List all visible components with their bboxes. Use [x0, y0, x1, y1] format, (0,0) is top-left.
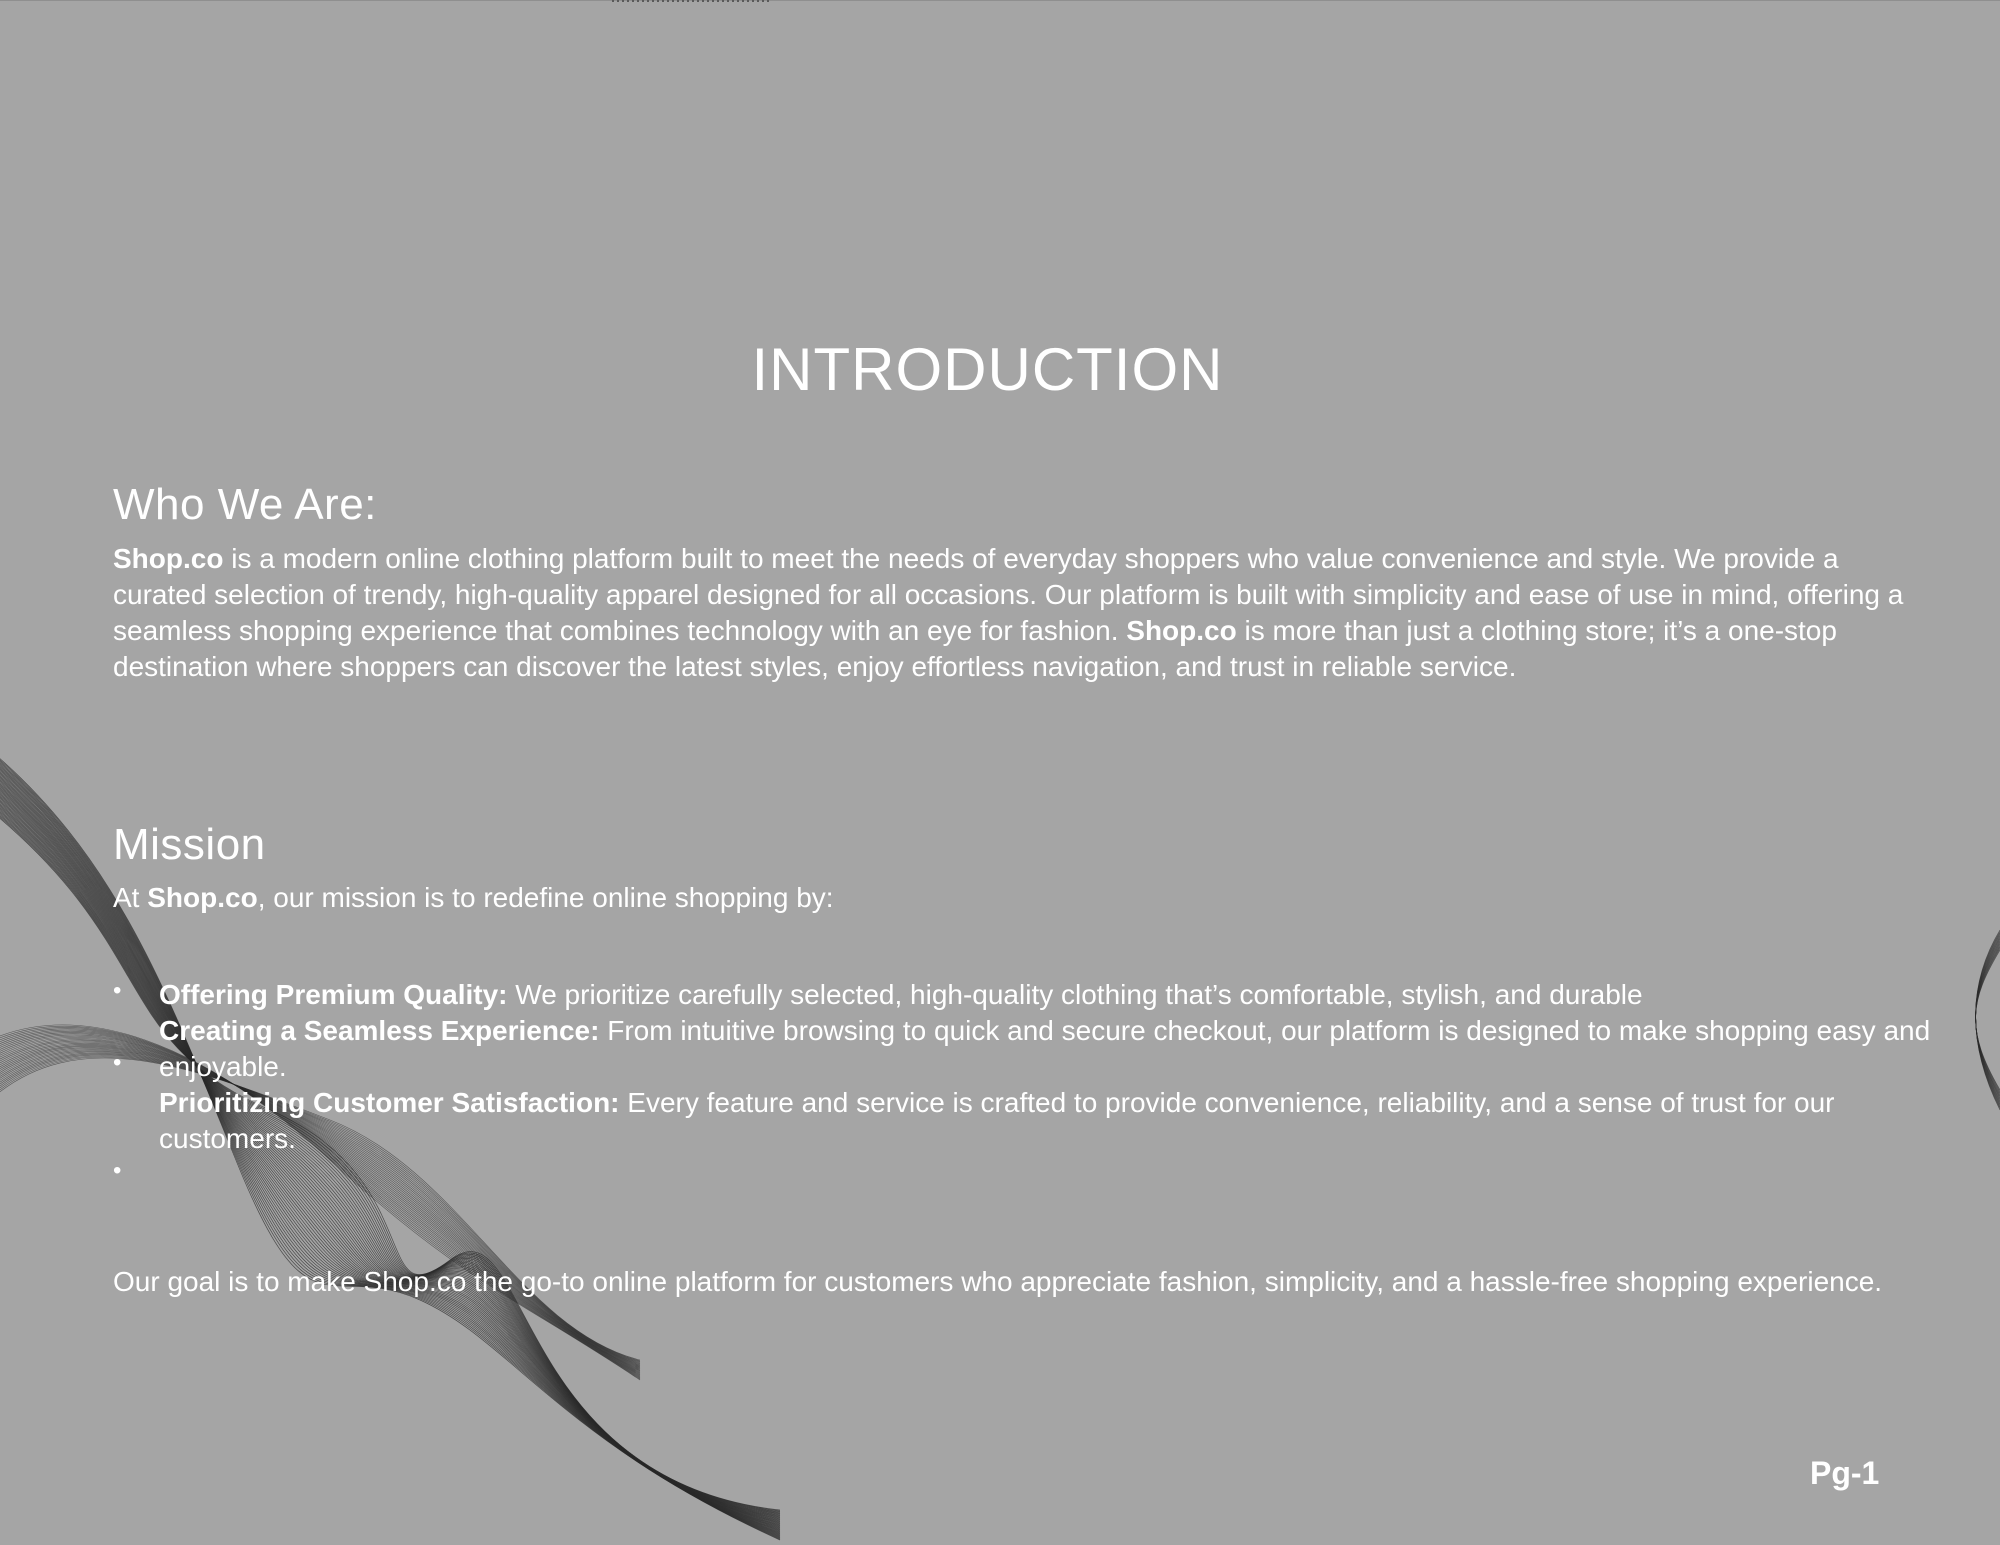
list-item: Prioritizing Customer Satisfaction: Ever…: [159, 1085, 1939, 1157]
who-we-are-heading: Who We Are:: [113, 480, 377, 529]
list-item-label: Offering Premium Quality:: [159, 979, 508, 1010]
top-border: [0, 0, 2000, 1]
list-item-label: Creating a Seamless Experience:: [159, 1015, 600, 1046]
who-we-are-paragraph: Shop.co is a modern online clothing plat…: [113, 541, 1933, 685]
list-item: Creating a Seamless Experience: From int…: [159, 1013, 1939, 1085]
bullet-marker: •: [113, 1157, 122, 1184]
brand-name: Shop.co: [147, 882, 258, 913]
brand-name: Shop.co: [1126, 615, 1237, 646]
goal-paragraph: Our goal is to make Shop.co the go-to on…: [113, 1266, 1883, 1297]
mission-intro-prefix: At: [113, 882, 148, 913]
top-decoration: [612, 0, 772, 2]
wave-pattern-right-decoration: [1975, 929, 2000, 1111]
mission-heading: Mission: [113, 820, 266, 869]
bullet-marker: •: [113, 1049, 122, 1076]
document-page: INTRODUCTION Who We Are: Shop.co is a mo…: [0, 0, 2000, 1545]
list-item: Offering Premium Quality: We prioritize …: [159, 977, 1939, 1013]
brand-name: Shop.co: [113, 543, 224, 574]
page-number: Pg-1: [1810, 1455, 1880, 1491]
bullet-marker: •: [113, 977, 122, 1004]
list-item-label: Prioritizing Customer Satisfaction:: [159, 1087, 620, 1118]
list-item-text: We prioritize carefully selected, high-q…: [507, 979, 1643, 1010]
mission-intro-suffix: , our mission is to redefine online shop…: [257, 882, 834, 913]
page-title: INTRODUCTION: [751, 336, 1224, 403]
mission-intro: At Shop.co, our mission is to redefine o…: [113, 880, 1933, 916]
